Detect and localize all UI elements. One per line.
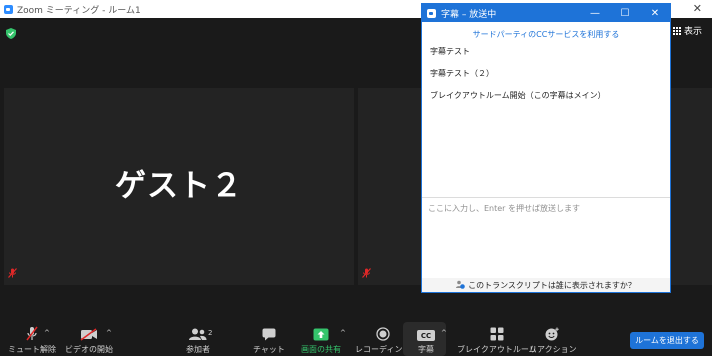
minimize-icon[interactable]: —: [580, 4, 610, 22]
captions-button[interactable]: CC 字幕: [417, 325, 435, 355]
reactions-label: リアクション: [529, 345, 577, 354]
breakout-rooms-icon: [490, 325, 504, 341]
share-screen-icon: [313, 325, 329, 341]
participants-label: 参加者: [186, 345, 210, 354]
closed-captions-icon: CC: [417, 325, 435, 341]
view-button[interactable]: 表示: [672, 24, 702, 37]
third-party-cc-link[interactable]: サードパーティのCCサービスを利用する: [422, 29, 670, 40]
transcript-visibility-link[interactable]: このトランスクリプトは誰に表示されますか？: [422, 278, 670, 292]
captions-options-chevron-icon[interactable]: ^: [441, 329, 447, 337]
record-icon: [376, 325, 390, 341]
meeting-toolbar: ミュート解除 ^ ビデオの開始 ^ 参加者 2 チャット 画面の共有 ^ レコー…: [0, 317, 712, 356]
caption-input[interactable]: ここに入力し、Enter を押せば放送します: [422, 197, 670, 279]
captions-window: 字幕 – 放送中 — ☐ ✕ サードパーティのCCサービスを利用する 字幕テスト…: [421, 3, 671, 293]
video-off-icon: [80, 325, 98, 341]
grid-view-icon: [672, 26, 681, 35]
captions-window-title: 字幕 – 放送中: [441, 9, 497, 20]
chat-button[interactable]: チャット: [253, 325, 285, 355]
reactions-button[interactable]: リアクション: [529, 325, 577, 355]
muted-mic-icon: [8, 263, 17, 282]
participants-button[interactable]: 参加者: [186, 325, 210, 355]
zoom-app-icon: [4, 4, 13, 14]
breakout-rooms-label: ブレイクアウトルーム: [457, 345, 537, 354]
video-tile-guest2[interactable]: ゲスト２: [4, 88, 354, 285]
caption-input-placeholder: ここに入力し、Enter を押せば放送します: [428, 204, 581, 213]
video-options-chevron-icon[interactable]: ^: [106, 329, 112, 337]
maximize-icon[interactable]: ☐: [610, 4, 640, 22]
participants-icon: [189, 325, 207, 341]
view-label: 表示: [683, 27, 702, 37]
security-shield-icon[interactable]: [6, 24, 16, 43]
unmute-label: ミュート解除: [8, 345, 56, 354]
captions-titlebar: 字幕 – 放送中 — ☐ ✕: [422, 4, 670, 22]
participants-count: 2: [208, 329, 213, 337]
share-screen-label: 画面の共有: [301, 345, 341, 354]
close-icon[interactable]: ✕: [640, 4, 670, 22]
muted-mic-icon: [26, 325, 38, 341]
share-screen-button[interactable]: 画面の共有: [301, 325, 341, 355]
window-close-icon[interactable]: ✕: [693, 2, 702, 15]
audio-options-chevron-icon[interactable]: ^: [44, 329, 50, 337]
captions-label: 字幕: [418, 345, 434, 354]
caption-line: ブレイクアウトルーム開始（この字幕はメイン）: [430, 91, 606, 100]
caption-line: 字幕テスト: [430, 47, 470, 56]
window-title: Zoom ミーティング - ルーム1: [17, 5, 141, 16]
chat-label: チャット: [253, 345, 285, 354]
breakout-rooms-button[interactable]: ブレイクアウトルーム: [457, 325, 537, 355]
transcript-visibility-text: このトランスクリプトは誰に表示されますか？: [468, 280, 636, 290]
share-options-chevron-icon[interactable]: ^: [340, 329, 346, 337]
zoom-app-icon: [427, 8, 436, 18]
users-icon: [456, 280, 465, 291]
caption-line: 字幕テスト（２）: [430, 69, 494, 78]
muted-mic-icon: [362, 263, 371, 282]
start-video-label: ビデオの開始: [65, 345, 113, 354]
leave-room-button[interactable]: ルームを退出する: [630, 332, 704, 349]
smiley-icon: [545, 325, 560, 341]
chat-icon: [262, 325, 276, 341]
participant-name: ゲスト２: [115, 168, 243, 204]
